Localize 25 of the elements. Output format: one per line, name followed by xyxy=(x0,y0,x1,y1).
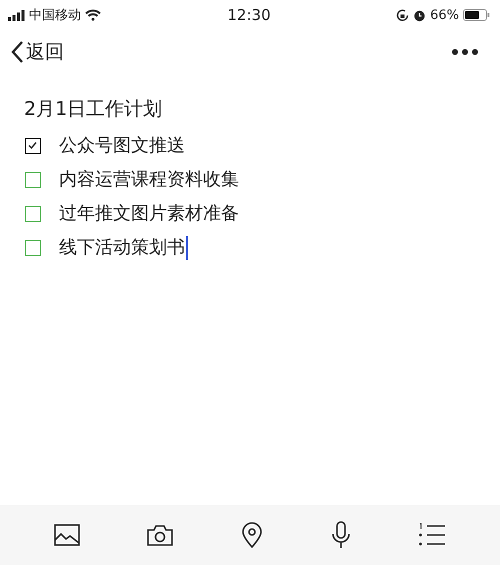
checkbox[interactable] xyxy=(25,138,41,154)
list-icon[interactable] xyxy=(418,523,446,547)
checklist-item: 过年推文图片素材准备 xyxy=(59,202,240,226)
wifi-icon xyxy=(85,9,101,21)
note-title: 2月1日工作计划 xyxy=(24,97,164,122)
signal-icon xyxy=(8,10,25,20)
checkbox[interactable] xyxy=(25,172,41,188)
camera-icon[interactable] xyxy=(147,524,174,546)
checklist-item: 线下活动策划书 xyxy=(59,236,188,260)
battery-icon xyxy=(463,9,490,21)
checklist-item: 公众号图文推送 xyxy=(59,134,186,158)
alarm-clock-icon xyxy=(413,8,426,22)
microphone-icon[interactable] xyxy=(330,521,351,549)
location-pin-icon[interactable] xyxy=(240,522,263,548)
more-icon[interactable] xyxy=(452,49,478,55)
battery-percent: 66% xyxy=(430,8,460,22)
carrier-name: 中国移动 xyxy=(29,7,81,24)
rotation-lock-icon xyxy=(396,8,410,22)
image-icon[interactable] xyxy=(54,524,80,546)
checkbox[interactable] xyxy=(25,206,41,222)
clock-time: 12:30 xyxy=(227,6,271,24)
back-button[interactable]: 返回 xyxy=(10,39,64,65)
checklist-item: 内容运营课程资料收集 xyxy=(59,168,240,192)
checkbox[interactable] xyxy=(25,240,41,256)
chevron-left-icon xyxy=(10,41,24,63)
